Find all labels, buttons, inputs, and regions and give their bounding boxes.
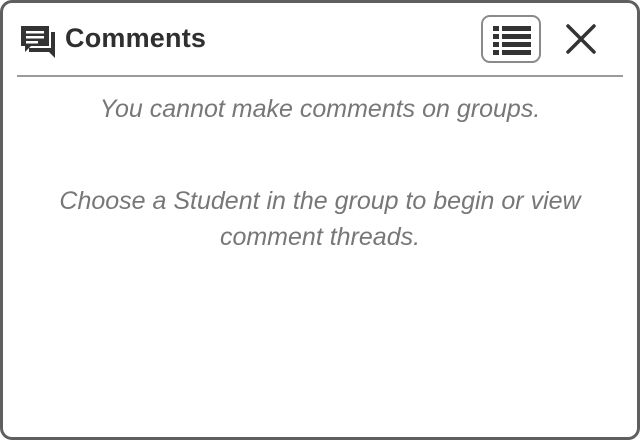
list-view-button[interactable] [481,15,541,63]
comments-icon [21,26,55,58]
close-button[interactable] [563,21,599,57]
panel-title: Comments [65,23,207,53]
close-icon [566,24,596,54]
comments-header: Comments [17,3,623,77]
group-comment-restriction-message: You cannot make comments on groups. [99,95,541,123]
comments-panel: Comments You cannot make comments on gro… [0,0,640,440]
list-icon [493,26,531,55]
student-selection-message: Choose a Student in the group to begin o… [59,187,581,251]
